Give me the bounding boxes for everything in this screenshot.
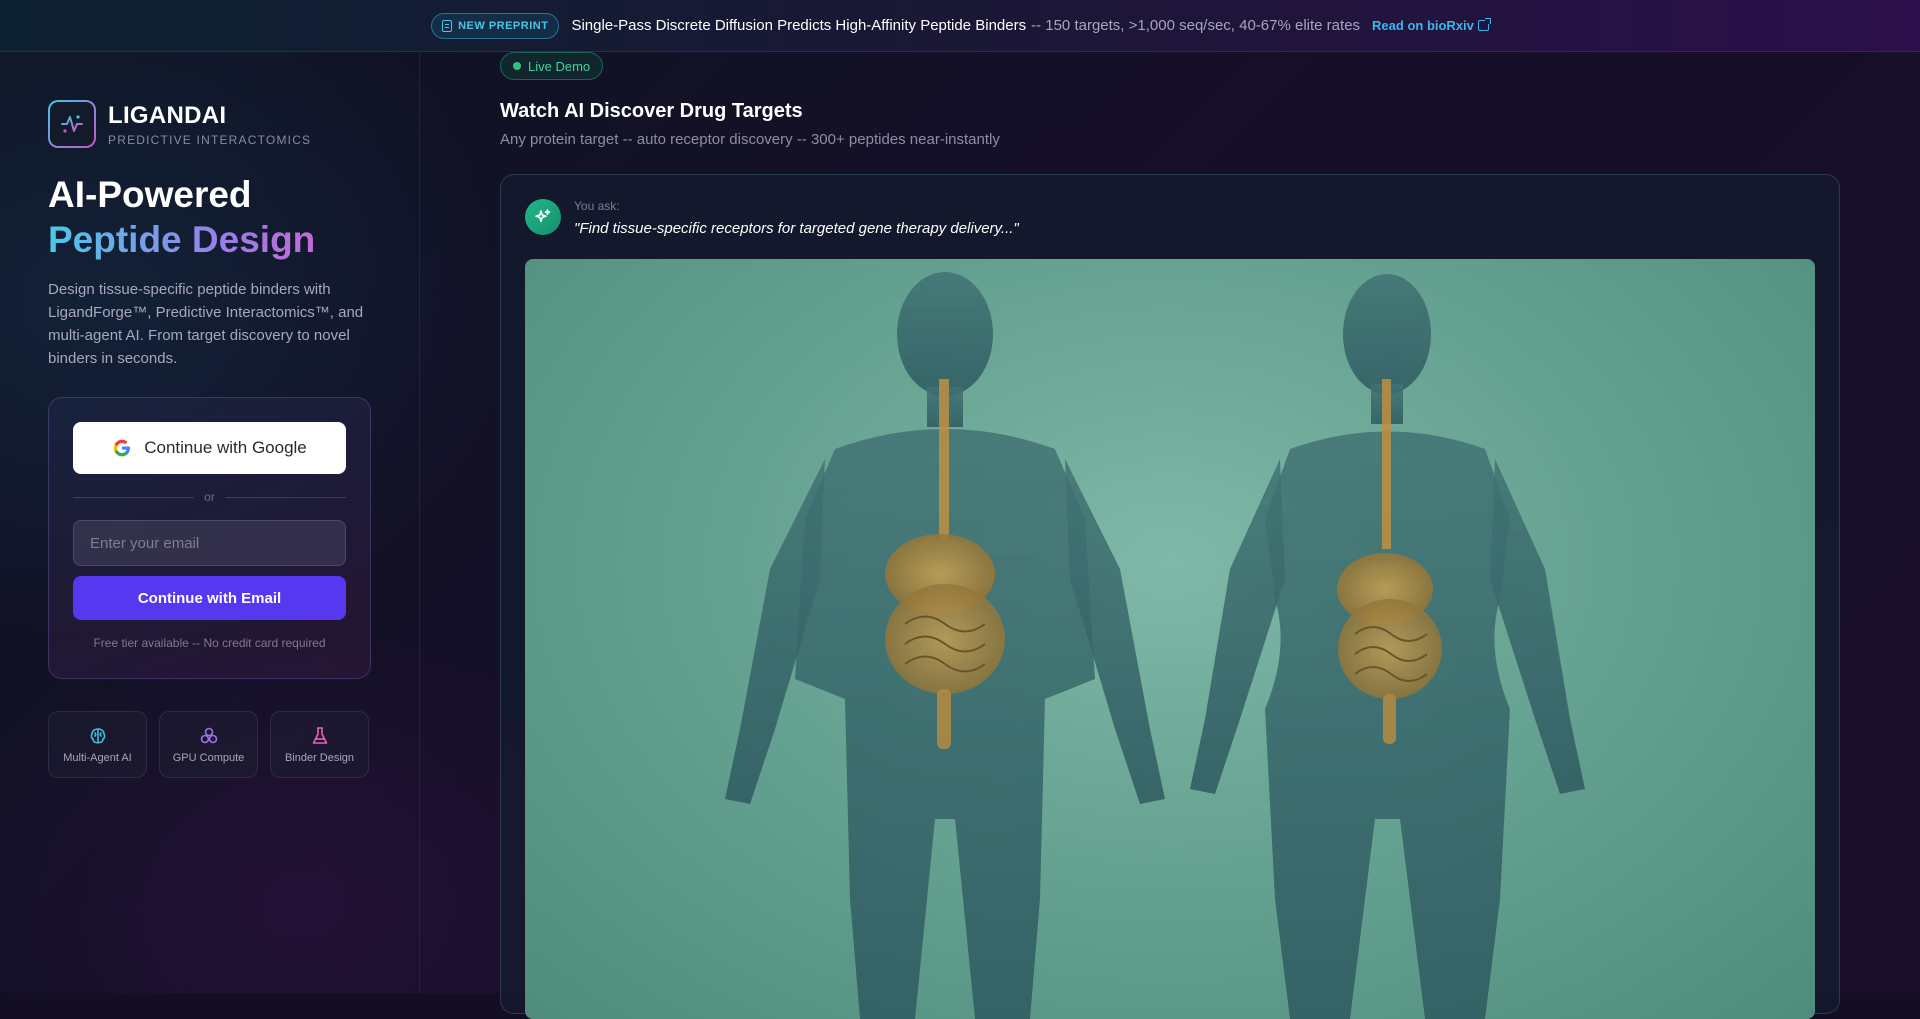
preprint-subtext: -- 150 targets, >1,000 seq/sec, 40-67% e…	[1031, 17, 1361, 34]
live-status-dot	[513, 62, 521, 70]
hero-title-line2: Peptide Design	[48, 217, 388, 262]
new-preprint-pill: NEW PREPRINT	[431, 12, 560, 39]
continue-with-google-button[interactable]: Continue with Google	[73, 422, 346, 474]
anatomy-image	[525, 259, 1815, 1019]
divider-label: or	[204, 490, 215, 504]
or-divider: or	[73, 490, 347, 504]
feature-binder-design: Binder Design	[270, 711, 369, 778]
ask-label: You ask:	[574, 199, 620, 213]
feature-label: Binder Design	[284, 751, 355, 764]
brain-icon	[90, 727, 105, 743]
logo-icon	[48, 100, 96, 148]
preprint-banner: NEW PREPRINT Single-Pass Discrete Diffus…	[0, 0, 1920, 52]
flask-icon	[312, 726, 327, 744]
hero-description: Design tissue-specific peptide binders w…	[48, 281, 364, 367]
read-on-biorxiv-link[interactable]: Read on bioRxiv	[1372, 18, 1491, 33]
pill-label: NEW PREPRINT	[458, 19, 549, 32]
feature-badges: Multi-Agent AI GPU Compute Binder Design	[48, 711, 369, 778]
feature-gpu-compute: GPU Compute	[159, 711, 258, 778]
female-figure	[1190, 274, 1585, 1019]
male-figure	[725, 272, 1165, 1019]
document-icon	[442, 19, 453, 32]
external-link-icon	[1477, 18, 1491, 31]
demo-subtitle: Any protein target -- auto receptor disc…	[500, 131, 1000, 148]
brand: LIGANDAI PREDICTIVE INTERACTOMICS	[48, 100, 311, 148]
feature-label: Multi-Agent AI	[63, 751, 132, 764]
google-icon	[113, 439, 131, 457]
feature-label: GPU Compute	[172, 751, 245, 764]
read-link-label: Read on bioRxiv	[1372, 18, 1474, 33]
feature-multi-agent-ai: Multi-Agent AI	[48, 711, 147, 778]
preprint-headline: Single-Pass Discrete Diffusion Predicts …	[571, 17, 1027, 34]
hero-title-line1: AI-Powered	[48, 174, 252, 215]
brand-name: LIGANDAI	[108, 101, 227, 129]
continue-with-email-button[interactable]: Continue with Email	[73, 576, 346, 620]
google-button-label: Continue with Google	[144, 438, 307, 457]
live-demo-label: Live Demo	[528, 58, 591, 74]
email-input[interactable]	[73, 520, 346, 566]
hero: AI-Powered Peptide Design Design tissue-…	[48, 172, 388, 370]
live-demo-badge: Live Demo	[500, 52, 604, 80]
ask-query: "Find tissue-specific receptors for targ…	[574, 220, 1019, 237]
brand-tagline: PREDICTIVE INTERACTOMICS	[108, 132, 312, 147]
demo-card: You ask: "Find tissue-specific receptors…	[500, 174, 1840, 1019]
demo-title: Watch AI Discover Drug Targets	[500, 100, 803, 122]
left-panel: LIGANDAI PREDICTIVE INTERACTOMICS AI-Pow…	[0, 52, 420, 993]
sparkle-icon	[525, 199, 561, 235]
free-tier-note: Free tier available -- No credit card re…	[93, 636, 326, 650]
cluster-icon	[200, 727, 217, 743]
auth-card: Continue with Google or Continue with Em…	[48, 397, 371, 679]
